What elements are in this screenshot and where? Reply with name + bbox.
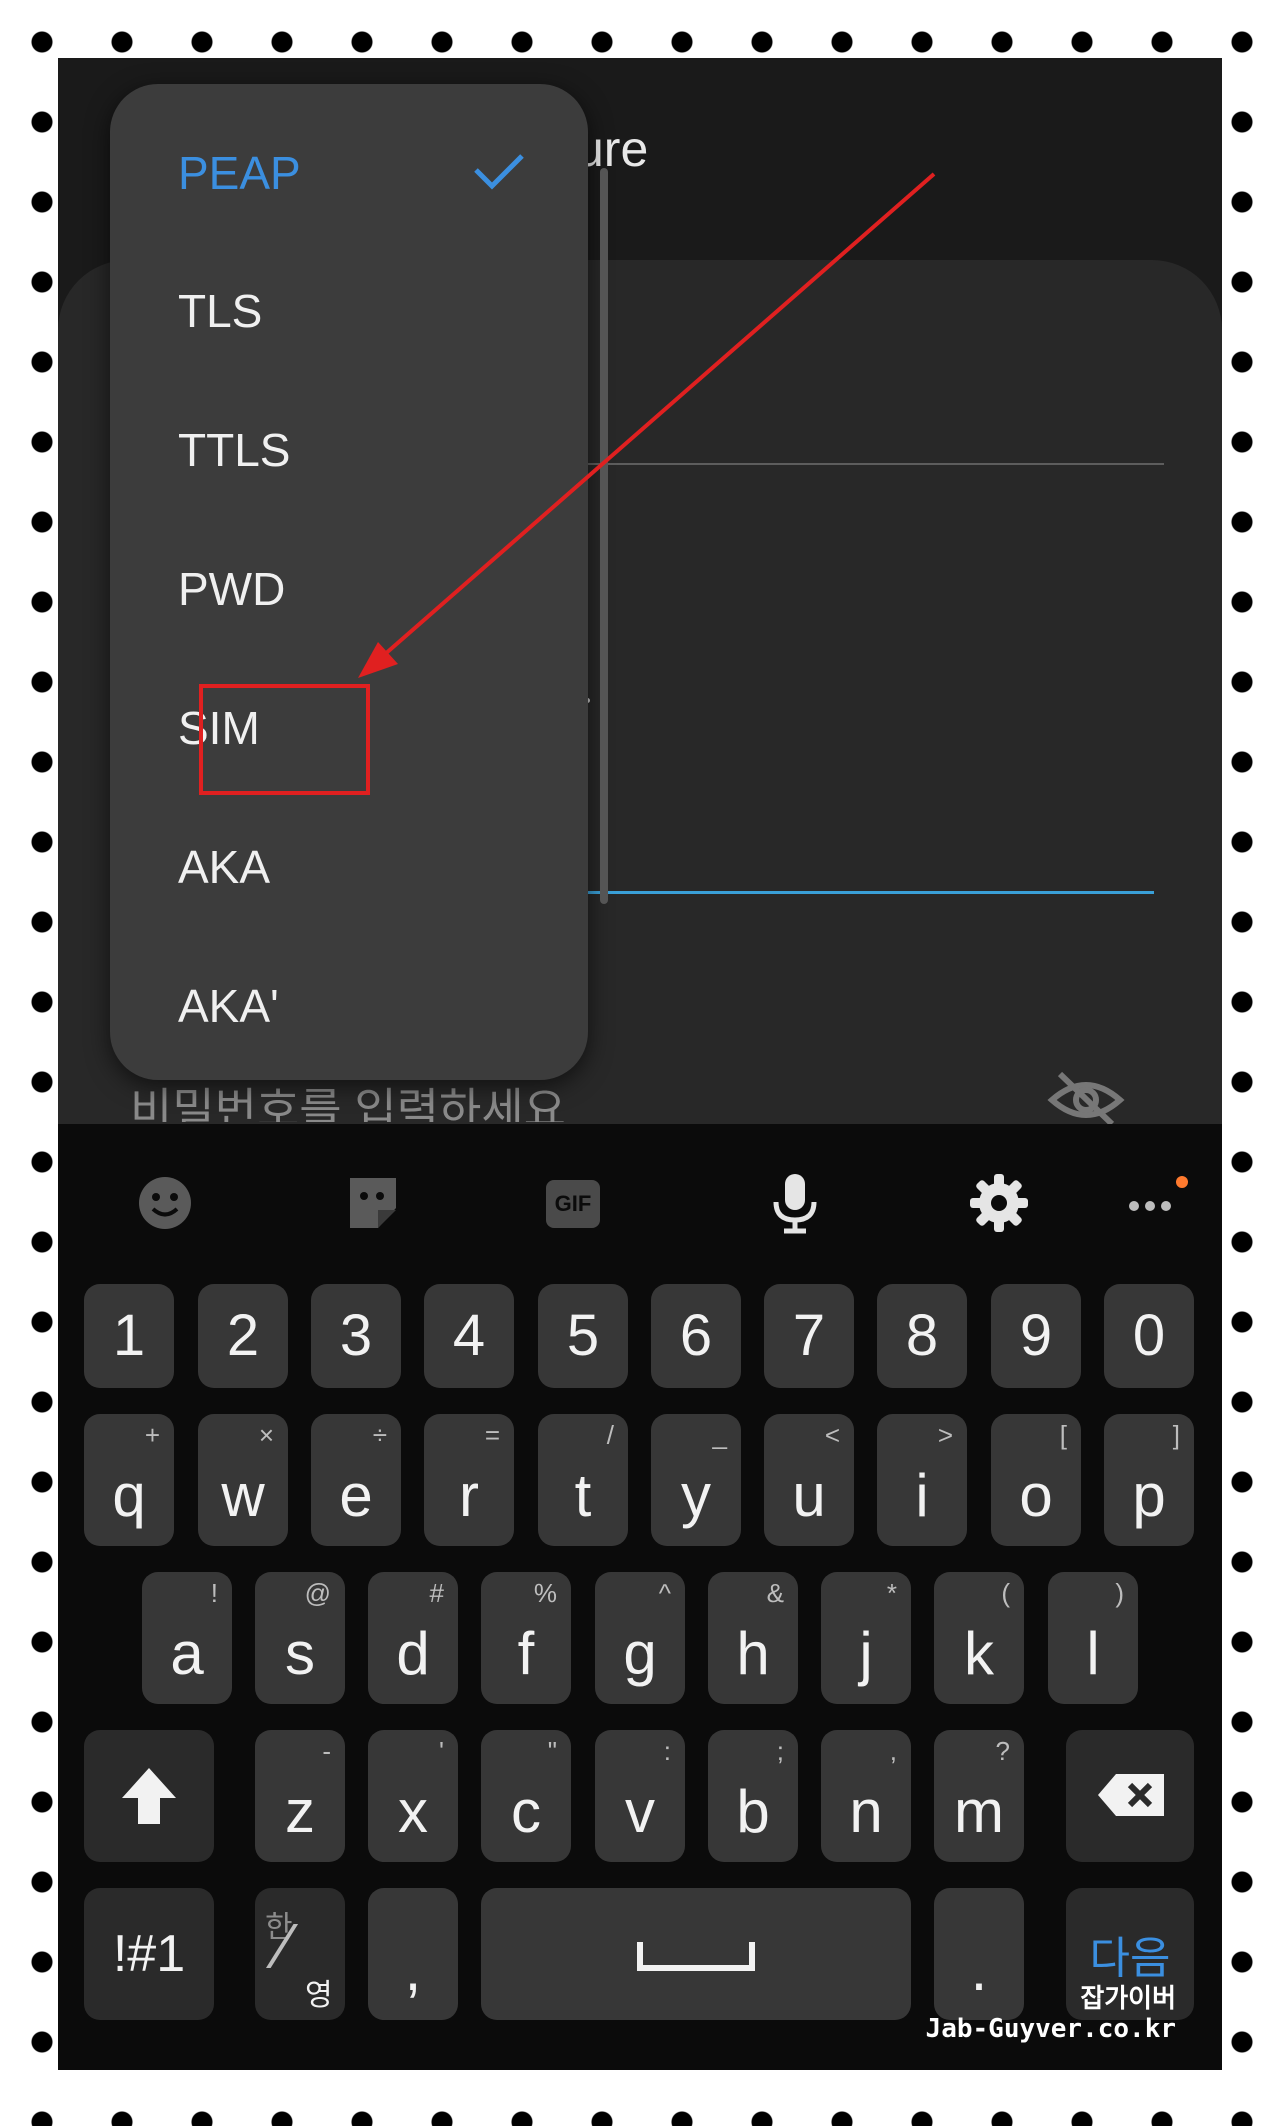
password-field[interactable]: 비밀번호를 입력하세요	[130, 1080, 566, 1122]
key-e[interactable]: ÷ e	[311, 1414, 401, 1546]
key-9[interactable]: 9	[991, 1284, 1081, 1388]
dropdown-scrollbar[interactable]	[600, 168, 608, 904]
key-5[interactable]: 5	[538, 1284, 628, 1388]
key-z[interactable]: -z	[255, 1730, 345, 1862]
backspace-key[interactable]	[1066, 1730, 1194, 1862]
key-j[interactable]: * j	[821, 1572, 911, 1704]
dropdown-item-label: TTLS	[178, 424, 291, 476]
emoji-icon[interactable]	[132, 1170, 198, 1236]
shift-key[interactable]	[84, 1730, 214, 1862]
watermark-line1: 잡가이버	[1080, 1984, 1176, 2014]
gif-icon[interactable]: GIF	[546, 1180, 600, 1228]
key-o[interactable]: [o	[991, 1414, 1081, 1546]
phone-screen: ure 비밀번호를 입력하세요 PEAP TLS TTLS PWD SIM AK…	[58, 58, 1222, 2070]
key-i[interactable]: > i	[877, 1414, 967, 1546]
key-2[interactable]: 2	[198, 1284, 288, 1388]
key-6[interactable]: 6	[651, 1284, 741, 1388]
backspace-icon	[1098, 1774, 1164, 1816]
key-v[interactable]: :v	[595, 1730, 685, 1862]
dropdown-item-aka-prime[interactable]: AKA'	[110, 937, 588, 1075]
symbols-key[interactable]: !#1	[84, 1888, 214, 2020]
key-l[interactable]: ) l	[1048, 1572, 1138, 1704]
key-m[interactable]: ? m	[934, 1730, 1024, 1862]
dropdown-item-label: TLS	[178, 285, 263, 337]
dropdown-item-label: AKA	[178, 841, 271, 893]
key-y[interactable]: _ y	[651, 1414, 741, 1546]
space-key[interactable]	[481, 1888, 911, 2020]
key-h[interactable]: & h	[708, 1572, 798, 1704]
key-1[interactable]: 1	[84, 1284, 174, 1388]
key-3[interactable]: 3	[311, 1284, 401, 1388]
eap-method-dropdown: PEAP TLS TTLS PWD SIM AKA AKA'	[110, 84, 608, 1080]
dropdown-item-label: PEAP	[178, 147, 301, 199]
shift-arrow-icon	[122, 1768, 176, 1824]
key-0[interactable]: 0	[1104, 1284, 1194, 1388]
check-icon	[474, 154, 524, 190]
sticker-icon[interactable]	[340, 1170, 406, 1236]
dropdown-item-tls[interactable]: TLS	[110, 242, 588, 380]
dropdown-item-ttls[interactable]: TTLS	[110, 381, 588, 519]
key-w[interactable]: × w	[198, 1414, 288, 1546]
key-g[interactable]: ^ g	[595, 1572, 685, 1704]
key-a[interactable]: ! a	[142, 1572, 232, 1704]
space-icon	[637, 1942, 755, 1971]
on-screen-keyboard: GIF 1 2 3 4 5 6 7 8 9 0 + q × w ÷ e = r …	[58, 1124, 1222, 2070]
key-7[interactable]: 7	[764, 1284, 854, 1388]
key-x[interactable]: ' x	[368, 1730, 458, 1862]
key-p[interactable]: ] p	[1104, 1414, 1194, 1546]
key-t[interactable]: / t	[538, 1414, 628, 1546]
watermark-line2: Jab-Guyver.co.kr	[925, 2014, 1176, 2044]
lang-slash: ⁄	[279, 1910, 290, 1982]
key-r[interactable]: = r	[424, 1414, 514, 1546]
microphone-icon[interactable]	[762, 1170, 828, 1236]
key-u[interactable]: < u	[764, 1414, 854, 1546]
dropdown-item-label: PWD	[178, 563, 286, 615]
key-n[interactable]: ,n	[821, 1730, 911, 1862]
dropdown-item-pwd[interactable]: PWD	[110, 520, 588, 658]
language-switch-key[interactable]: 한 ⁄ 영	[255, 1888, 345, 2020]
key-c[interactable]: " c	[481, 1730, 571, 1862]
settings-icon[interactable]	[966, 1170, 1032, 1236]
comma-key[interactable]: ,	[368, 1888, 458, 2020]
key-s[interactable]: @ s	[255, 1572, 345, 1704]
field-divider	[578, 463, 1164, 465]
sim-highlight-box	[199, 684, 370, 795]
more-icon[interactable]	[1118, 1170, 1208, 1236]
identity-field-focus-line	[578, 891, 1154, 894]
key-4[interactable]: 4	[424, 1284, 514, 1388]
hide-password-icon[interactable]	[1046, 1068, 1126, 1128]
key-f[interactable]: % f	[481, 1572, 571, 1704]
dropdown-item-aka[interactable]: AKA	[110, 798, 588, 936]
key-k[interactable]: (k	[934, 1572, 1024, 1704]
dropdown-item-label: AKA'	[178, 980, 279, 1032]
watermark: 잡가이버 Jab-Guyver.co.kr	[926, 1984, 1176, 2044]
key-d[interactable]: # d	[368, 1572, 458, 1704]
key-q[interactable]: + q	[84, 1414, 174, 1546]
dropdown-item-peap[interactable]: PEAP	[110, 104, 588, 242]
key-b[interactable]: ; b	[708, 1730, 798, 1862]
lang-bottom-label: 영	[305, 1979, 333, 2012]
key-8[interactable]: 8	[877, 1284, 967, 1388]
